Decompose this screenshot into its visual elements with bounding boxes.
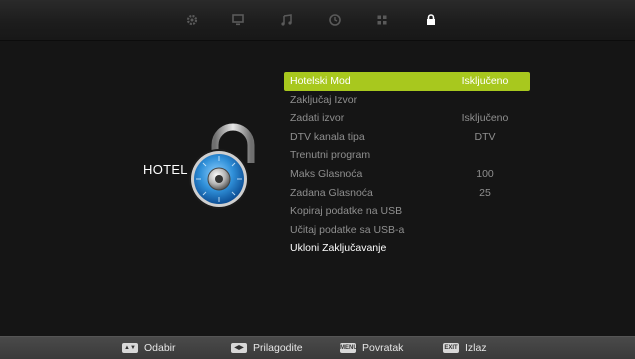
hint-exit: EXIT Izlaz	[443, 341, 487, 355]
hotel-settings-menu: Hotelski Mod Isključeno Zaključaj Izvor …	[284, 72, 530, 258]
menu-item-remove-lock[interactable]: Ukloni Zaključavanje	[284, 239, 530, 258]
menu-item-lock-source[interactable]: Zaključaj Izvor	[284, 91, 530, 110]
menu-item-label: Hotelski Mod	[290, 75, 351, 87]
monitor-icon[interactable]	[228, 10, 248, 30]
menu-key-icon: MENU	[340, 343, 358, 353]
menu-item-value: Isključeno	[461, 112, 509, 125]
menu-item-value: 25	[479, 186, 491, 199]
hint-back-label: Povratak	[362, 342, 404, 354]
lock-icon[interactable]	[421, 10, 441, 30]
hint-exit-label: Izlaz	[465, 342, 487, 354]
exit-key-icon: EXIT	[443, 343, 459, 353]
menu-item-label: Kopiraj podatke na USB	[290, 205, 403, 218]
hint-select-label: Odabir	[144, 342, 176, 354]
menu-item-label: Maks Glasnoća	[290, 167, 363, 180]
hint-adjust-label: Prilagodite	[253, 342, 303, 354]
hint-back: MENU Povratak	[340, 341, 403, 355]
menu-item-label: Zadati izvor	[290, 112, 345, 125]
menu-item-label: Ukloni Zaključavanje	[290, 242, 387, 255]
grid-icon[interactable]	[372, 10, 392, 30]
hint-select: ▲▼ Odabir	[122, 341, 176, 355]
padlock-icon	[189, 123, 255, 209]
gear-icon[interactable]	[182, 10, 202, 30]
menu-item-copy-to-usb[interactable]: Kopiraj podatke na USB	[284, 202, 530, 221]
menu-item-label: Zaključaj Izvor	[290, 93, 358, 106]
updown-key-icon: ▲▼	[122, 343, 138, 353]
leftright-key-icon: ◀▶	[231, 343, 247, 353]
menu-item-default-volume[interactable]: Zadana Glasnoća 25	[284, 184, 530, 203]
menu-item-dtv-channel-type[interactable]: DTV kanala tipa DTV	[284, 128, 530, 147]
menu-item-value: Isključeno	[461, 75, 509, 87]
clock-icon[interactable]	[325, 10, 345, 30]
menu-item-value: DTV	[474, 130, 496, 143]
menu-item-label: Učitaj podatke sa USB-a	[290, 223, 405, 236]
hint-adjust: ◀▶ Prilagodite	[231, 341, 303, 355]
menu-item-label: Zadana Glasnoća	[290, 186, 373, 199]
menu-item-default-source[interactable]: Zadati izvor Isključeno	[284, 109, 530, 128]
menu-item-hotel-mode[interactable]: Hotelski Mod Isključeno	[284, 72, 530, 91]
category-icons	[0, 10, 635, 30]
section-title: HOTEL	[143, 162, 188, 177]
menu-item-max-volume[interactable]: Maks Glasnoća 100	[284, 165, 530, 184]
menu-item-label: Trenutni program	[290, 149, 371, 162]
top-menu-bar	[0, 0, 635, 41]
menu-item-current-program[interactable]: Trenutni program	[284, 146, 530, 165]
key-hint-bar: ▲▼ Odabir ◀▶ Prilagodite MENU Povratak E…	[0, 336, 635, 359]
menu-item-value: 100	[476, 167, 494, 180]
menu-item-label: DTV kanala tipa	[290, 130, 365, 143]
music-note-icon[interactable]	[277, 10, 297, 30]
menu-item-load-from-usb[interactable]: Učitaj podatke sa USB-a	[284, 221, 530, 240]
